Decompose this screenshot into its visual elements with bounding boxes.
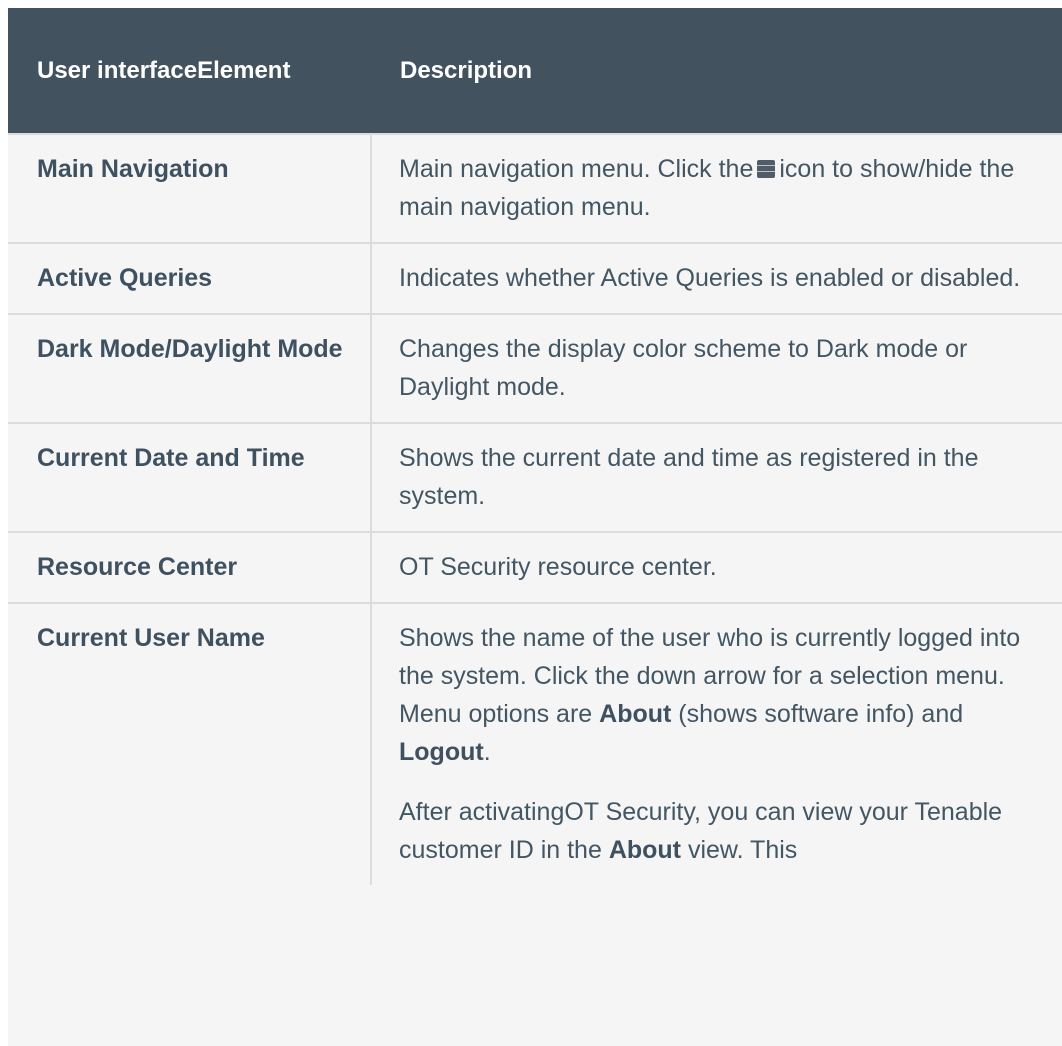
description-paragraph: Shows the name of the user who is curren… [399,624,1021,766]
row-element-name: Main Navigation [8,133,372,243]
row-description: Changes the display color scheme to Dark… [371,313,1062,423]
row-element-name: Resource Center [8,531,372,603]
row-element-name: Active Queries [8,242,372,314]
row-element-name: Current User Name [8,602,372,885]
row-description: Shows the current date and time as regis… [371,422,1062,532]
about-term: About [608,836,682,864]
row-element-name: Dark Mode/Daylight Mode [8,313,372,423]
table-row: Main Navigation Main navigation menu. Cl… [8,133,1062,243]
row-description: Main navigation menu. Click the icon to s… [371,133,1062,243]
table-row: Dark Mode/Daylight Mode Changes the disp… [8,313,1062,423]
ui-elements-table: User interfaceElement Description Main N… [8,8,1062,885]
header-element: User interfaceElement [8,8,371,134]
table-header-row: User interfaceElement Description [8,8,1062,134]
menu-icon [757,160,776,178]
description-paragraph: After activatingOT Security, you can vie… [399,798,1003,864]
row-description: OT Security resource center. [371,531,1062,603]
row-description: Shows the name of the user who is curren… [371,602,1062,885]
row-element-name: Current Date and Time [8,422,372,532]
table-row: Current User Name Shows the name of the … [8,602,1062,885]
about-term: About [599,700,672,728]
ui-elements-table-container: User interfaceElement Description Main N… [8,8,1062,1046]
table-row: Resource Center OT Security resource cen… [8,531,1062,603]
table-row: Current Date and Time Shows the current … [8,422,1062,532]
row-description: Indicates whether Active Queries is enab… [371,242,1062,314]
logout-term: Logout [399,738,484,766]
table-row: Active Queries Indicates whether Active … [8,242,1062,314]
description-text: Main navigation menu. Click the [399,155,754,183]
header-description: Description [371,8,1062,134]
